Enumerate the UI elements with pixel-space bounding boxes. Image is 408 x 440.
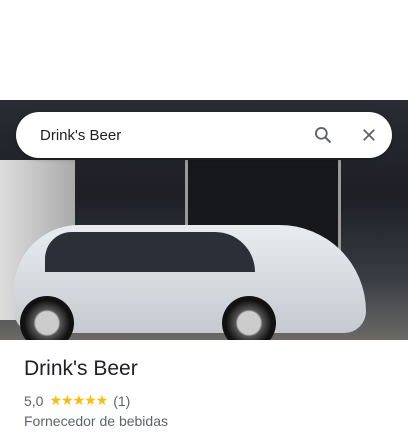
photo-car-window xyxy=(45,232,255,272)
close-icon[interactable] xyxy=(346,112,392,158)
rating-row[interactable]: 5,0 ★★★★★ (1) xyxy=(24,392,130,409)
rating-value: 5,0 xyxy=(24,392,44,409)
search-input[interactable]: Drink's Beer xyxy=(40,127,300,144)
search-icon[interactable] xyxy=(300,112,346,158)
search-bar[interactable]: Drink's Beer xyxy=(16,112,392,158)
place-category: Fornecedor de bebidas xyxy=(24,413,168,429)
star-icons: ★★★★★ xyxy=(49,392,108,408)
place-name: Drink's Beer xyxy=(24,357,138,380)
review-count[interactable]: (1) xyxy=(113,393,130,409)
